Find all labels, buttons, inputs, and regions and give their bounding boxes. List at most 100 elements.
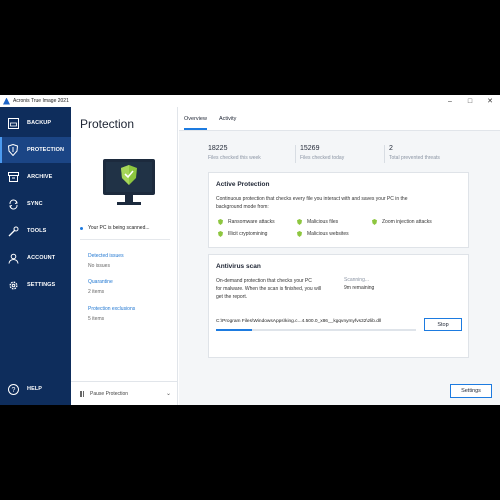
progress-bar [216, 329, 416, 331]
stat-week: 18225 Files checked this week [208, 145, 261, 161]
close-button[interactable]: ✕ [480, 95, 500, 107]
divider [80, 239, 170, 240]
maximize-button[interactable]: □ [460, 95, 480, 107]
sidebar-item-label: SETTINGS [27, 282, 56, 288]
detected-issues-label[interactable]: Detected issues [88, 253, 124, 259]
active-protection-desc-2: background mode from: [216, 204, 269, 210]
account-icon [7, 252, 19, 264]
sidebar-item-account[interactable]: ACCOUNT [0, 245, 71, 271]
feature-label: Illicit cryptomining [228, 231, 268, 237]
current-file-path: C:\Program Files\WindowsApps\king.c...4.… [216, 319, 382, 324]
scan-status-text: Your PC is being scanned... [88, 225, 150, 231]
tab-bar: Overview Activity [179, 107, 500, 131]
scan-state: Scanning... [344, 277, 370, 283]
detected-issues[interactable]: Detected issues No issues [88, 253, 124, 269]
sidebar-item-label: HELP [27, 386, 43, 392]
status-dot-icon [80, 226, 83, 230]
exclusions-value: 5 items [88, 316, 105, 322]
stat-desc: Total prevented threats [389, 155, 440, 161]
feature-cryptomining: Illicit cryptomining [218, 231, 267, 237]
quarantine-label[interactable]: Quarantine [88, 279, 113, 285]
quarantine-value: 2 items [88, 289, 105, 295]
sidebar-item-settings[interactable]: SETTINGS [0, 272, 71, 298]
divider [384, 145, 385, 163]
stop-scan-button[interactable]: Stop [424, 318, 462, 331]
scan-progress: C:\Program Files\WindowsApps\king.c...4.… [216, 316, 416, 332]
pause-protection-label: Pause Protection [90, 390, 129, 397]
sidebar-item-backup[interactable]: BACKUP [0, 110, 71, 136]
stat-today: 15269 Files checked today [300, 145, 344, 161]
sidebar-item-sync[interactable]: SYNC [0, 191, 71, 217]
antivirus-desc-1: On-demand protection that checks your PC [216, 278, 312, 284]
app-window: Acronis True Image 2021 – □ ✕ BACKUP PRO… [0, 95, 500, 405]
exclusions-label[interactable]: Protection exclusions [88, 306, 135, 312]
stat-threats: 2 Total prevented threats [389, 145, 440, 161]
monitor-shield-illustration [101, 157, 157, 209]
sidebar-item-protection[interactable]: PROTECTION [0, 137, 71, 163]
scan-status: Your PC is being scanned... [80, 225, 150, 231]
stat-desc: Files checked this week [208, 155, 261, 161]
feature-malicious-websites: Malicious websites [297, 231, 349, 237]
feature-label: Malicious files [307, 219, 339, 225]
progress-bar-fill [216, 329, 252, 331]
stat-number: 18225 [208, 145, 228, 152]
sync-icon [7, 198, 19, 210]
sidebar-item-label: TOOLS [27, 228, 47, 234]
help-icon: ? [7, 383, 19, 395]
stat-number: 2 [389, 145, 393, 152]
antivirus-scan-card: Antivirus scan On-demand protection that… [208, 254, 469, 358]
quarantine[interactable]: Quarantine 2 items [88, 279, 113, 295]
shield-check-icon [297, 219, 302, 225]
active-protection-desc-1: Continuous protection that checks every … [216, 196, 408, 202]
sidebar-item-tools[interactable]: TOOLS [0, 218, 71, 244]
sidebar-item-help[interactable]: ? HELP [0, 376, 71, 402]
sidebar-item-label: SYNC [27, 201, 43, 207]
sidebar-item-label: ARCHIVE [27, 174, 53, 180]
stats-row: 18225 Files checked this week 15269 File… [179, 145, 500, 167]
feature-ransomware: Ransomware attacks [218, 219, 275, 225]
sidebar-item-label: BACKUP [27, 120, 52, 126]
shield-check-icon [372, 219, 377, 225]
chevron-down-icon[interactable]: ⌄ [166, 390, 171, 397]
protection-exclusions[interactable]: Protection exclusions 5 items [88, 306, 135, 322]
tab-overview[interactable]: Overview [184, 116, 207, 130]
shield-icon [7, 144, 19, 156]
antivirus-scan-title: Antivirus scan [216, 263, 261, 270]
feature-label: Malicious websites [307, 231, 349, 237]
antivirus-desc-3: get the report. [216, 294, 248, 300]
main-content: Overview Activity 18225 Files checked th… [179, 107, 500, 405]
minimize-button[interactable]: – [440, 95, 460, 107]
active-protection-card: Active Protection Continuous protection … [208, 172, 469, 248]
stat-desc: Files checked today [300, 155, 345, 161]
sidebar-item-archive[interactable]: ARCHIVE [0, 164, 71, 190]
sidebar-item-label: ACCOUNT [27, 255, 56, 261]
pause-icon [80, 390, 85, 397]
title-bar: Acronis True Image 2021 – □ ✕ [0, 95, 500, 107]
gear-icon [7, 279, 19, 291]
backup-icon [7, 117, 19, 129]
feature-label: Zoom injection attacks [382, 219, 432, 225]
active-protection-title: Active Protection [216, 181, 270, 188]
shield-check-icon [218, 219, 223, 225]
archive-icon [7, 171, 19, 183]
sidebar: BACKUP PROTECTION ARCHIVE SYNC TOOLS ACC… [0, 107, 71, 405]
window-title: Acronis True Image 2021 [13, 98, 69, 104]
feature-zoom-injection: Zoom injection attacks [372, 219, 432, 225]
detected-issues-value: No issues [88, 263, 110, 269]
tab-activity[interactable]: Activity [219, 116, 236, 122]
antivirus-desc-2: for malware. When the scan is finished, … [216, 286, 322, 292]
feature-label: Ransomware attacks [228, 219, 275, 225]
sidebar-item-label: PROTECTION [27, 147, 65, 153]
svg-text:?: ? [11, 387, 15, 394]
acronis-logo-icon [3, 97, 10, 105]
stat-number: 15269 [300, 145, 320, 152]
tools-icon [7, 225, 19, 237]
shield-check-icon [297, 231, 302, 237]
shield-check-icon [218, 231, 223, 237]
protection-panel: Protection Your PC is being scanned... D… [71, 107, 178, 405]
divider [295, 145, 296, 163]
scan-remaining: 9m remaining [344, 285, 375, 291]
pause-protection-button[interactable]: Pause Protection ⌄ [71, 381, 177, 405]
settings-button[interactable]: Settings [450, 384, 492, 398]
page-title: Protection [80, 117, 135, 131]
